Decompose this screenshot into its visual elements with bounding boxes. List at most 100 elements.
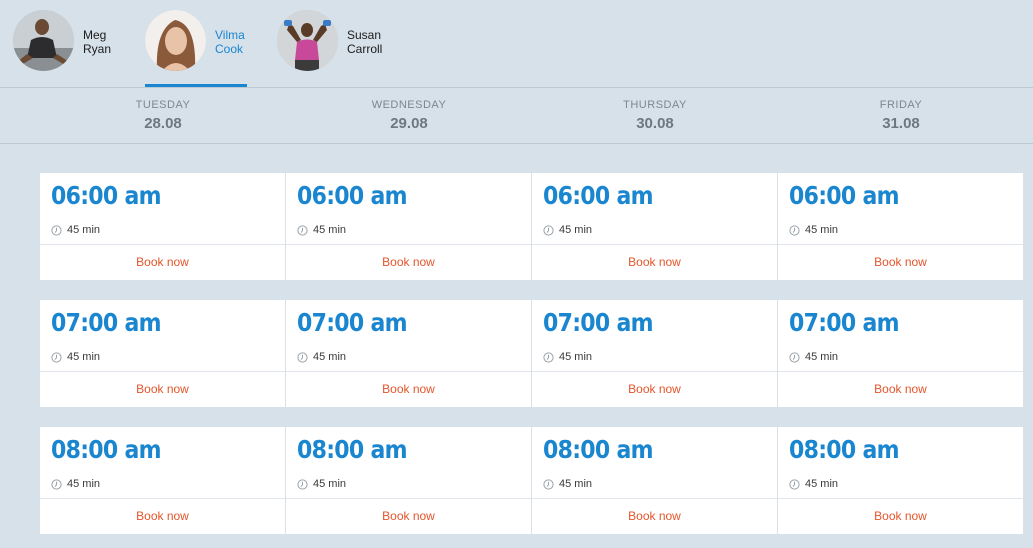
clock-icon [297, 479, 308, 490]
book-now-button[interactable]: Book now [286, 499, 531, 534]
trainer-first-name: Susan [347, 28, 382, 42]
trainer-avatar-meg [13, 10, 74, 71]
slot-duration-text: 45 min [805, 478, 839, 490]
clock-icon [297, 225, 308, 236]
trainer-avatar-susan [277, 10, 338, 71]
clock-icon [51, 479, 62, 490]
slot-duration-text: 45 min [805, 351, 839, 363]
time-slot-card: 08:00 am 45 min Book now [286, 427, 531, 534]
slot-time: 08:00 am [297, 435, 408, 464]
time-slot-card: 07:00 am 45 min Book now [286, 300, 531, 407]
slot-duration: 45 min [543, 478, 592, 491]
slot-time: 06:00 am [543, 181, 654, 210]
time-slot-card: 06:00 am 45 min Book now [532, 173, 777, 280]
day-date: 31.08 [882, 115, 920, 132]
slot-duration: 45 min [51, 478, 100, 491]
book-now-button[interactable]: Book now [40, 499, 285, 534]
slot-time: 07:00 am [543, 308, 654, 337]
trainer-first-name: Meg [83, 28, 107, 42]
day-column-header: WEDNESDAY 29.08 [286, 99, 532, 133]
slot-duration-text: 45 min [805, 224, 839, 236]
day-name: TUESDAY [135, 99, 191, 111]
time-slot-card: 06:00 am 45 min Book now [286, 173, 531, 280]
slot-duration: 45 min [51, 224, 100, 237]
trainer-first-name: Vilma [215, 28, 245, 42]
trainer-tab-vilma-cook[interactable]: Vilma Cook [145, 10, 247, 87]
book-now-button[interactable]: Book now [286, 245, 531, 280]
day-date: 28.08 [144, 115, 182, 132]
book-now-button[interactable]: Book now [532, 372, 777, 407]
slot-duration-text: 45 min [67, 224, 101, 236]
slot-duration: 45 min [297, 224, 346, 237]
slot-time: 06:00 am [51, 181, 162, 210]
trainer-tab-meg-ryan[interactable]: Meg Ryan [13, 10, 115, 87]
slot-duration-text: 45 min [67, 351, 101, 363]
slot-time: 06:00 am [297, 181, 408, 210]
time-slot-card: 07:00 am 45 min Book now [778, 300, 1023, 407]
clock-icon [51, 352, 62, 363]
day-name: THURSDAY [623, 99, 687, 111]
day-date: 30.08 [636, 115, 674, 132]
clock-icon [543, 225, 554, 236]
day-name: WEDNESDAY [371, 99, 447, 111]
clock-icon [789, 225, 800, 236]
slot-duration: 45 min [51, 351, 100, 364]
clock-icon [297, 352, 308, 363]
time-slot-row: 06:00 am 45 min Book now 06:00 am 45 min Book… [40, 173, 1023, 280]
time-slot-card: 06:00 am 45 min Book now [778, 173, 1023, 280]
slot-time: 07:00 am [297, 308, 408, 337]
trainer-tab-susan-carroll[interactable]: Susan Carroll [277, 10, 382, 87]
slot-duration: 45 min [543, 224, 592, 237]
book-now-button[interactable]: Book now [778, 245, 1023, 280]
book-now-button[interactable]: Book now [40, 245, 285, 280]
clock-icon [543, 352, 554, 363]
trainer-selector: Meg Ryan Vilma Cook Susan Carroll [0, 0, 1033, 87]
slot-time: 06:00 am [789, 181, 900, 210]
time-slot-row: 07:00 am 45 min Book now 07:00 am 45 min Book… [40, 300, 1023, 407]
slot-duration-text: 45 min [313, 351, 347, 363]
trainer-name: Meg Ryan [83, 28, 143, 56]
slot-duration: 45 min [543, 351, 592, 364]
book-now-button[interactable]: Book now [778, 372, 1023, 407]
time-slot-card: 08:00 am 45 min Book now [778, 427, 1023, 534]
slot-duration: 45 min [297, 351, 346, 364]
book-now-button[interactable]: Book now [286, 372, 531, 407]
day-date: 29.08 [390, 115, 428, 132]
slot-time: 08:00 am [789, 435, 900, 464]
day-name: FRIDAY [879, 99, 923, 111]
trainer-last-name: Carroll [347, 42, 383, 56]
slot-duration-text: 45 min [313, 224, 347, 236]
slot-duration: 45 min [297, 478, 346, 491]
slot-duration-text: 45 min [559, 351, 593, 363]
book-now-button[interactable]: Book now [40, 372, 285, 407]
slot-time: 08:00 am [543, 435, 654, 464]
time-slot-card: 08:00 am 45 min Book now [532, 427, 777, 534]
slot-duration-text: 45 min [559, 478, 593, 490]
clock-icon [51, 225, 62, 236]
slot-duration: 45 min [789, 478, 838, 491]
clock-icon [789, 479, 800, 490]
slot-duration: 45 min [789, 351, 838, 364]
trainer-name: Susan Carroll [347, 28, 407, 56]
slot-time: 07:00 am [789, 308, 900, 337]
time-slot-card: 07:00 am 45 min Book now [532, 300, 777, 407]
clock-icon [789, 352, 800, 363]
slot-duration-text: 45 min [67, 478, 101, 490]
slot-duration-text: 45 min [559, 224, 593, 236]
trainer-photo-icon [13, 10, 74, 71]
day-column-header: TUESDAY 28.08 [40, 99, 286, 133]
trainer-last-name: Cook [215, 42, 244, 56]
day-column-header: FRIDAY 31.08 [778, 99, 1024, 133]
slot-duration-text: 45 min [313, 478, 347, 490]
slot-time: 07:00 am [51, 308, 162, 337]
trainer-photo-icon [145, 10, 206, 71]
time-slot-card: 08:00 am 45 min Book now [40, 427, 285, 534]
day-column-header: THURSDAY 30.08 [532, 99, 778, 133]
time-slot-card: 06:00 am 45 min Book now [40, 173, 285, 280]
book-now-button[interactable]: Book now [778, 499, 1023, 534]
time-slot-row: 08:00 am 45 min Book now 08:00 am 45 min Book… [40, 427, 1023, 534]
trainer-last-name: Ryan [83, 42, 112, 56]
book-now-button[interactable]: Book now [532, 245, 777, 280]
clock-icon [543, 479, 554, 490]
book-now-button[interactable]: Book now [532, 499, 777, 534]
